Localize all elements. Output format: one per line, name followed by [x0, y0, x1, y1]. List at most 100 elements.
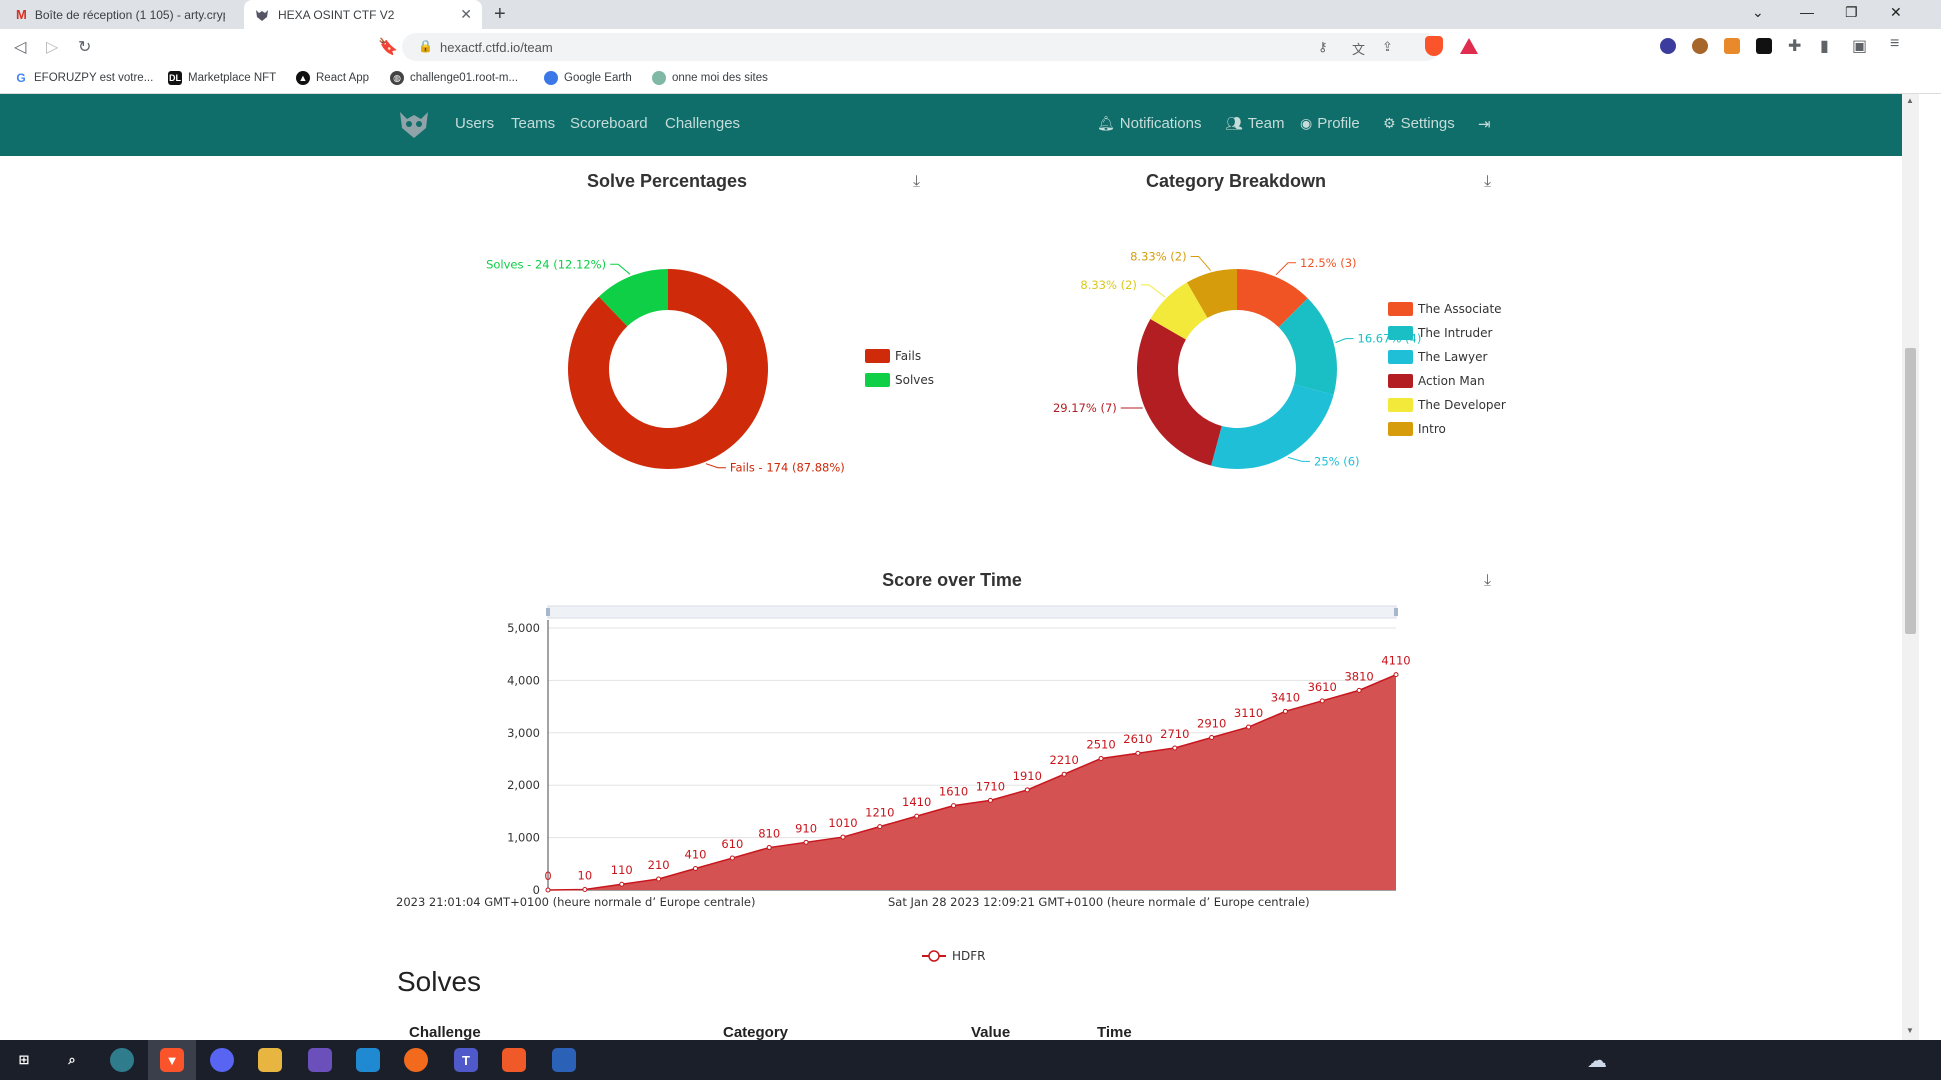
tab-hexa-ctf[interactable]: HEXA OSINT CTF V2 ✕	[244, 0, 482, 29]
slice-label-line	[1287, 456, 1310, 462]
url-field[interactable]: 🔒 hexactf.ctfd.io/team ⚷ 文 ⇪	[402, 33, 1440, 61]
chrome-icon[interactable]	[110, 1048, 134, 1072]
data-point	[1246, 724, 1252, 730]
data-point	[840, 834, 846, 840]
window-edge	[1919, 94, 1941, 1040]
restore-icon[interactable]: ❐	[1845, 4, 1858, 21]
reload-icon[interactable]: ↻	[78, 37, 91, 57]
legend-label: HDFR	[952, 949, 986, 963]
menu-icon[interactable]: ≡	[1890, 35, 1899, 53]
data-label: 3110	[1234, 706, 1263, 720]
tab-gmail[interactable]: M Boîte de réception (1 105) - arty.cryp…	[8, 0, 242, 29]
data-label: 110	[611, 863, 633, 877]
bookmark-item[interactable]: ◍ challenge01.root-m...	[390, 71, 518, 85]
page-viewport: Users Teams Scoreboard Challenges 🔔︎ Noti…	[0, 94, 1902, 1040]
bookmark-label: onne moi des sites	[672, 72, 768, 84]
data-point	[1135, 750, 1141, 756]
bookmark-icon[interactable]: 🔖	[378, 37, 398, 57]
data-label: 1410	[902, 795, 931, 809]
dark-extension-icon[interactable]	[1756, 38, 1772, 54]
google-icon: G	[14, 71, 28, 85]
google-earth-icon	[544, 71, 558, 85]
slice-label-line	[1275, 262, 1297, 276]
vscode-icon[interactable]	[356, 1048, 380, 1072]
extensions-puzzle-icon[interactable]: ✚	[1788, 36, 1801, 56]
cookie-extension-icon[interactable]	[1692, 38, 1708, 54]
teams-icon[interactable]: T	[454, 1048, 478, 1072]
scroll-down-icon[interactable]: ▼	[1906, 1026, 1914, 1035]
column-header-category[interactable]: Category	[723, 1024, 788, 1040]
data-point	[766, 845, 772, 851]
lock-icon: 🔒	[418, 39, 433, 53]
slice-data-label: 8.33% (2)	[1130, 249, 1186, 263]
legend-swatch	[1388, 326, 1413, 340]
data-label: 810	[758, 827, 780, 841]
data-label: 3810	[1344, 669, 1373, 683]
key-icon[interactable]: ⚷	[1318, 39, 1328, 55]
legend-label: Solves	[895, 373, 934, 387]
y-tick-label: 3,000	[507, 726, 540, 740]
brave-icon[interactable]: ▼	[160, 1048, 184, 1072]
legend-swatch	[865, 373, 890, 387]
legend-swatch	[1388, 350, 1413, 364]
column-header-value[interactable]: Value	[971, 1024, 1010, 1040]
obsidian-icon[interactable]	[308, 1048, 332, 1072]
legend-label: Fails	[895, 349, 921, 363]
browser-tab-bar: M Boîte de réception (1 105) - arty.cryp…	[0, 0, 1941, 29]
extension-icon[interactable]	[1660, 38, 1676, 54]
tab-search-icon[interactable]: ⌄	[1752, 4, 1764, 21]
file-explorer-icon[interactable]	[258, 1048, 282, 1072]
charts-canvas: Fails - 174 (87.88%) Solves - 24 (12.12%)…	[396, 249, 1506, 963]
category-breakdown-pie: 12.5% (3)16.67% (4)25% (6)29.17% (7)8.33…	[1053, 249, 1506, 469]
wallet-icon[interactable]: ▣	[1852, 36, 1867, 56]
share-icon[interactable]: ⇪	[1382, 39, 1393, 55]
discord-icon[interactable]	[210, 1048, 234, 1072]
bookmark-item[interactable]: onne moi des sites	[652, 71, 768, 85]
forward-icon[interactable]: ▷	[46, 37, 58, 57]
slice-data-label: Solves - 24 (12.12%)	[486, 257, 606, 271]
y-tick-label: 2,000	[507, 778, 540, 792]
sublime-icon[interactable]	[404, 1048, 428, 1072]
slice-data-label: 25% (6)	[1314, 454, 1360, 468]
data-label: 410	[685, 848, 707, 862]
owl-favicon-icon	[256, 9, 268, 21]
legend-label: The Associate	[1417, 302, 1502, 316]
rocket-app-icon[interactable]	[502, 1048, 526, 1072]
minimize-icon[interactable]: —	[1800, 4, 1814, 20]
data-point	[1024, 787, 1030, 793]
bookmark-label: challenge01.root-m...	[410, 72, 519, 84]
column-header-time[interactable]: Time	[1097, 1024, 1132, 1040]
data-point	[619, 881, 625, 887]
close-tab-icon[interactable]: ✕	[460, 6, 472, 23]
bookmark-item[interactable]: ▲ React App	[296, 71, 369, 85]
bookmark-item[interactable]: DL Marketplace NFT	[168, 71, 276, 85]
bookmark-item[interactable]: Google Earth	[544, 71, 632, 85]
data-point	[914, 813, 920, 819]
metamask-icon[interactable]	[1724, 38, 1740, 54]
back-icon[interactable]: ◁	[14, 37, 26, 57]
search-icon[interactable]: ⌕	[60, 1048, 84, 1072]
data-point	[1282, 708, 1288, 714]
remote-desktop-icon[interactable]	[552, 1048, 576, 1072]
brave-shield-icon[interactable]	[1425, 36, 1443, 56]
windows-start-icon[interactable]: ⊞	[12, 1048, 36, 1072]
bookmark-item[interactable]: G EFORUZPY est votre...	[14, 71, 153, 85]
close-window-icon[interactable]: ✕	[1890, 4, 1902, 21]
scroll-up-icon[interactable]: ▲	[1906, 96, 1914, 105]
zoom-handle-left	[546, 608, 550, 616]
data-label: 10	[578, 868, 593, 882]
data-point	[1098, 755, 1104, 761]
brave-rewards-icon[interactable]	[1460, 38, 1478, 54]
legend-marker	[928, 950, 940, 962]
data-point	[1356, 687, 1362, 693]
onedrive-cloud-icon[interactable]: ☁	[1582, 1048, 1612, 1072]
translate-icon[interactable]: 文	[1352, 39, 1365, 58]
data-label: 2610	[1123, 732, 1152, 746]
new-tab-icon[interactable]: +	[494, 3, 506, 26]
page-scrollbar[interactable]: ▲ ▼	[1902, 94, 1919, 1040]
scrollbar-thumb[interactable]	[1905, 348, 1916, 634]
column-header-challenge[interactable]: Challenge	[409, 1024, 481, 1040]
globe-icon: ◍	[390, 71, 404, 85]
sidebar-icon[interactable]: ▮	[1820, 36, 1829, 56]
data-label: 610	[721, 837, 743, 851]
